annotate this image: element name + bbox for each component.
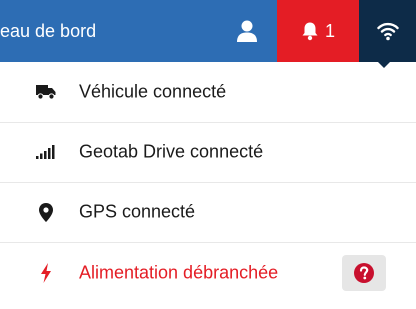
map-pin-icon — [36, 202, 56, 222]
user-icon — [237, 20, 257, 42]
notifications-button[interactable]: 1 — [277, 0, 359, 62]
signal-bars-icon — [36, 142, 56, 162]
notification-count: 1 — [324, 20, 335, 41]
user-button[interactable] — [222, 0, 272, 62]
top-bar: eau de bord 1 — [0, 0, 416, 62]
page-title: eau de bord — [0, 21, 97, 41]
status-item-label: GPS connecté — [79, 201, 196, 222]
truck-icon — [36, 82, 56, 102]
status-item-vehicle[interactable]: Véhicule connecté — [0, 62, 416, 123]
status-item-label: Geotab Drive connecté — [79, 141, 264, 162]
status-item-power[interactable]: Alimentation débranchée — [0, 243, 416, 303]
status-item-geotab-drive[interactable]: Geotab Drive connecté — [0, 122, 416, 183]
help-button[interactable] — [342, 255, 386, 291]
connection-status-button[interactable] — [359, 0, 416, 62]
status-item-label: Véhicule connecté — [79, 81, 227, 102]
lightning-icon — [36, 263, 56, 283]
help-icon — [354, 263, 374, 283]
status-item-label: Alimentation débranchée — [79, 262, 279, 283]
status-item-gps[interactable]: GPS connecté — [0, 182, 416, 243]
wifi-icon — [376, 22, 399, 41]
bell-icon — [302, 22, 318, 41]
